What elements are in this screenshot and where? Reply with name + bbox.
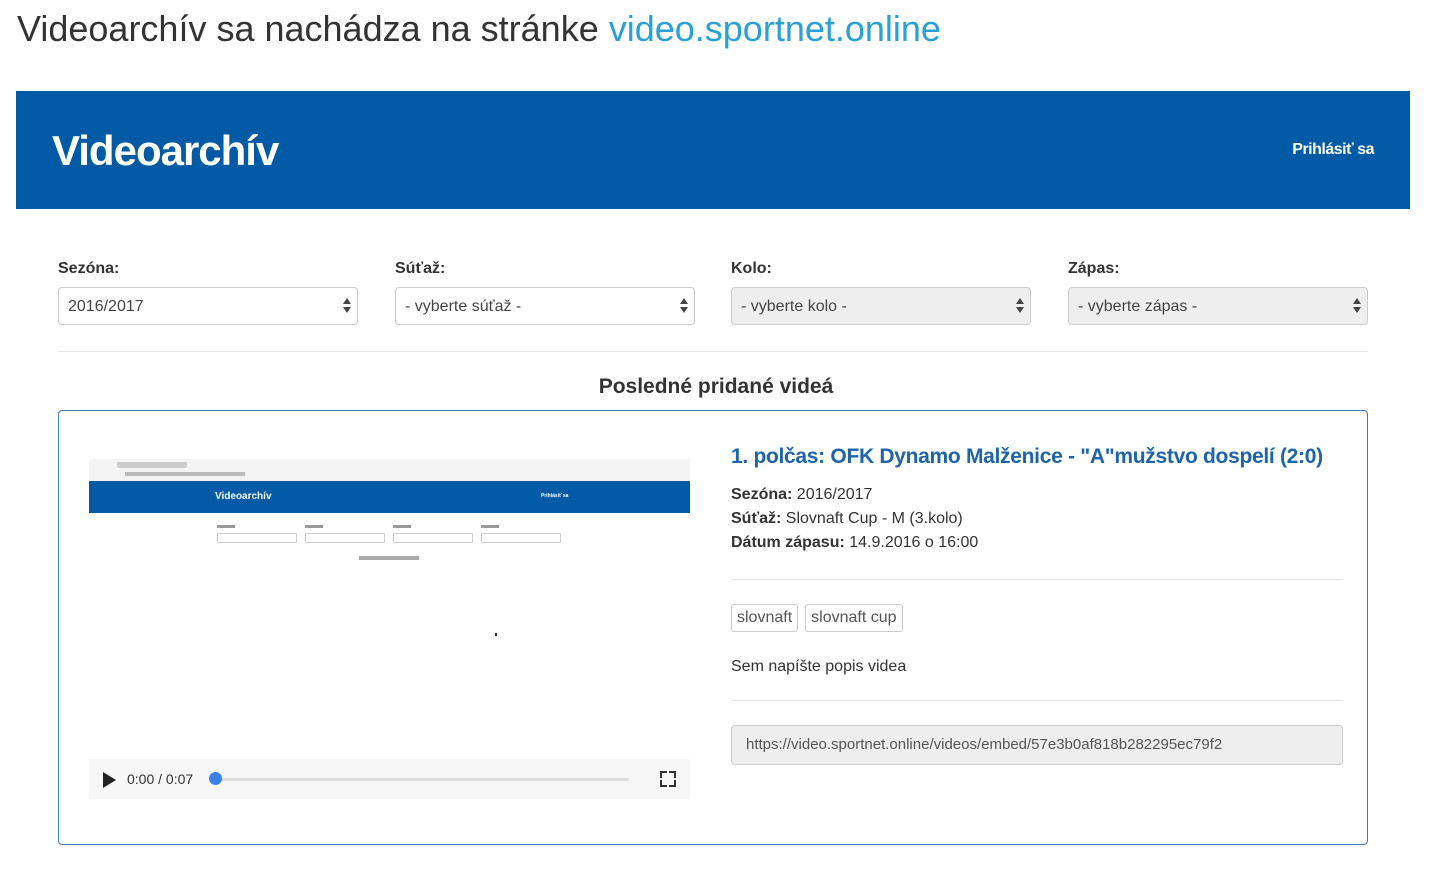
thumbnail-tab xyxy=(117,462,187,468)
filter-label: Súťaž: xyxy=(395,260,446,277)
video-info: 1. polčas: OFK Dynamo Malženice - "A"muž… xyxy=(731,445,1343,765)
caption-text: Videoarchív sa nachádza na stránke xyxy=(17,8,609,49)
meta-value: 14.9.2016 o 16:00 xyxy=(849,534,979,551)
filter-round: Kolo: - vyberte kolo - xyxy=(731,260,1031,325)
select-arrows-icon xyxy=(1016,297,1024,315)
thumbnail-section-title xyxy=(359,556,419,560)
thumbnail-label xyxy=(393,525,411,528)
filter-label: Zápas: xyxy=(1068,260,1120,277)
divider xyxy=(58,351,1368,352)
meta-label: Súťaž: xyxy=(731,510,782,527)
thumbnail-select xyxy=(305,533,385,543)
meta-date: Dátum zápasu: 14.9.2016 o 16:00 xyxy=(731,531,1343,555)
video-description: Sem napíšte popis videa xyxy=(731,658,907,675)
filter-label: Kolo: xyxy=(731,260,772,277)
thumbnail-select xyxy=(481,533,561,543)
video-player[interactable]: Videoarchív Prihlásiť sa 0:00 / 0:07 xyxy=(89,459,690,799)
tag-slovnaft[interactable]: slovnaft xyxy=(731,604,799,632)
meta-value: Slovnaft Cup - M (3.kolo) xyxy=(785,510,963,527)
filter-match: Zápas: - vyberte zápas - xyxy=(1068,260,1368,325)
select-value: - vyberte súťaž - xyxy=(405,298,522,315)
sportnet-link[interactable]: video.sportnet.online xyxy=(609,8,941,49)
thumbnail-select xyxy=(217,533,297,543)
video-thumbnail-browser-chrome xyxy=(89,459,690,482)
video-controls: 0:00 / 0:07 xyxy=(89,759,690,799)
navbar: Videoarchív Prihlásiť sa xyxy=(16,91,1410,209)
thumbnail-label xyxy=(481,525,499,528)
thumbnail-brand: Videoarchív xyxy=(215,491,272,502)
filter-season: Sezóna: 2016/2017 xyxy=(58,260,358,325)
progress-track[interactable] xyxy=(215,778,629,781)
video-title[interactable]: 1. polčas: OFK Dynamo Malženice - "A"muž… xyxy=(731,445,1343,469)
tag-list: slovnaft slovnaft cup xyxy=(731,604,1343,632)
round-select[interactable]: - vyberte kolo - xyxy=(731,287,1031,325)
divider xyxy=(731,700,1343,701)
meta-value: 2016/2017 xyxy=(796,486,873,503)
select-value: - vyberte kolo - xyxy=(741,298,847,315)
brand-logo[interactable]: Videoarchív xyxy=(52,127,279,175)
meta-label: Sezóna: xyxy=(731,486,793,503)
embed-url-field[interactable]: https://video.sportnet.online/videos/emb… xyxy=(731,725,1343,765)
video-thumbnail-navbar: Videoarchív Prihlásiť sa xyxy=(89,481,690,513)
fullscreen-corner xyxy=(669,780,676,787)
tag-slovnaft-cup[interactable]: slovnaft cup xyxy=(805,604,903,632)
section-title: Posledné pridané videá xyxy=(598,375,834,398)
fullscreen-corner xyxy=(660,771,667,778)
filter-label: Sezóna: xyxy=(58,260,120,277)
thumbnail-login: Prihlásiť sa xyxy=(541,493,569,499)
fullscreen-icon[interactable] xyxy=(660,771,676,787)
fullscreen-corner xyxy=(669,771,676,778)
meta-season: Sezóna: 2016/2017 xyxy=(731,483,1343,507)
window-dots-icon xyxy=(93,462,111,467)
competition-select[interactable]: - vyberte súťaž - xyxy=(395,287,695,325)
select-arrows-icon xyxy=(1353,297,1361,315)
select-value: 2016/2017 xyxy=(68,298,144,315)
select-arrows-icon xyxy=(680,297,688,315)
video-meta: Sezóna: 2016/2017 Súťaž: Slovnaft Cup - … xyxy=(731,483,1343,555)
login-link[interactable]: Prihlásiť sa xyxy=(1292,141,1374,159)
page-caption: Videoarchív sa nachádza na stránke video… xyxy=(17,8,941,50)
play-icon[interactable] xyxy=(103,772,116,788)
thumbnail-label xyxy=(217,525,235,528)
select-arrows-icon xyxy=(343,297,351,315)
fullscreen-corner xyxy=(660,780,667,787)
mouse-cursor-icon xyxy=(495,633,497,636)
progress-knob[interactable] xyxy=(209,772,222,785)
meta-competition: Súťaž: Slovnaft Cup - M (3.kolo) xyxy=(731,507,1343,531)
divider xyxy=(731,579,1343,580)
season-select[interactable]: 2016/2017 xyxy=(58,287,358,325)
thumbnail-select xyxy=(393,533,473,543)
video-time: 0:00 / 0:07 xyxy=(127,771,194,787)
thumbnail-address-bar xyxy=(125,472,245,476)
select-value: - vyberte zápas - xyxy=(1078,298,1198,315)
thumbnail-label xyxy=(305,525,323,528)
meta-label: Dátum zápasu: xyxy=(731,534,845,551)
video-card: Videoarchív Prihlásiť sa 0:00 / 0:07 1. … xyxy=(58,410,1368,845)
match-select[interactable]: - vyberte zápas - xyxy=(1068,287,1368,325)
filter-competition: Súťaž: - vyberte súťaž - xyxy=(395,260,695,325)
